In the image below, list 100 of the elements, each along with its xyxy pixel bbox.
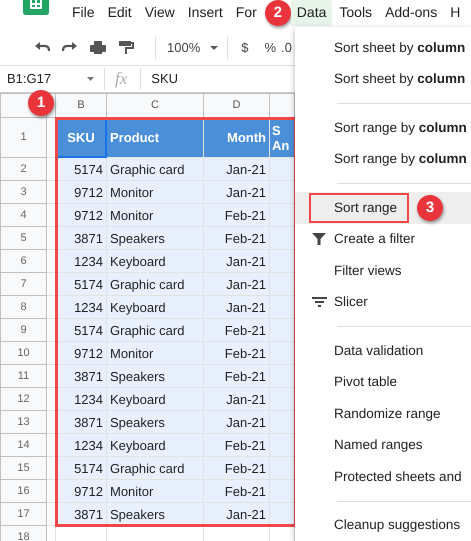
table-cell: Monitor xyxy=(106,204,204,226)
highlighted-menu-item[interactable]: Sort range xyxy=(309,192,410,223)
table-cell: Monitor xyxy=(106,180,204,204)
row-header[interactable]: 7 xyxy=(0,272,46,296)
menu-item[interactable]: Named ranges xyxy=(334,435,423,456)
menu-item[interactable]: Randomize range xyxy=(334,404,441,424)
print-icon[interactable] xyxy=(90,41,106,54)
row-header[interactable]: 16 xyxy=(0,480,46,502)
table-cell: 3871 xyxy=(56,410,106,434)
menu-item[interactable]: Insert xyxy=(182,0,229,26)
percent-format[interactable]: % xyxy=(264,38,276,58)
menu-item[interactable]: For xyxy=(230,0,263,26)
filter-icon xyxy=(312,233,326,246)
column-header[interactable]: D xyxy=(204,94,270,118)
table-cell: 5174 xyxy=(56,158,106,180)
menu-item[interactable]: Sort range by column xyxy=(334,149,467,170)
table-cell: 3871 xyxy=(56,226,106,250)
menu-item[interactable]: Sort sheet by column xyxy=(334,69,466,90)
menu-item[interactable]: Protected sheets and xyxy=(334,466,462,487)
row-header[interactable]: 10 xyxy=(0,342,46,364)
caret-icon[interactable] xyxy=(87,77,94,81)
name-box[interactable]: B1:G17 xyxy=(7,69,87,89)
table-cell: 5174 xyxy=(56,456,106,480)
table-cell: Monitor xyxy=(106,342,204,364)
menu-item[interactable]: Edit xyxy=(102,0,138,26)
column-title: Product xyxy=(106,118,204,158)
row-header[interactable]: 18 xyxy=(0,526,46,541)
table-cell: Jan-21 xyxy=(204,250,270,272)
table-cell: 1234 xyxy=(56,250,106,272)
menu-item[interactable]: Tools xyxy=(333,0,378,26)
menu-item[interactable]: Data xyxy=(290,0,332,26)
row-header[interactable]: 8 xyxy=(0,296,46,318)
column-header[interactable]: B xyxy=(56,94,106,118)
menu-item[interactable]: Sort sheet by column xyxy=(334,38,466,58)
table-cell: Feb-21 xyxy=(204,318,270,342)
row-header[interactable]: 15 xyxy=(0,456,46,480)
menu-item[interactable]: Filter views xyxy=(334,260,402,281)
menu-item[interactable]: Sort range by column xyxy=(334,118,467,138)
row-header[interactable]: 2 xyxy=(0,158,46,180)
table-cell: Speakers xyxy=(106,410,204,434)
table-cell: Graphic card xyxy=(106,272,204,296)
table-cell: Speakers xyxy=(106,502,204,526)
table-cell: 9712 xyxy=(56,204,106,226)
function-label: fx xyxy=(115,68,128,90)
row-header[interactable]: 17 xyxy=(0,502,46,526)
table-cell: Feb-21 xyxy=(204,434,270,456)
row-header[interactable]: 11 xyxy=(0,364,46,388)
table-cell: Feb-21 xyxy=(204,364,270,388)
table-cell: 1234 xyxy=(56,434,106,456)
table-cell: Monitor xyxy=(106,480,204,502)
table-cell: Jan-21 xyxy=(204,502,270,526)
row-header[interactable]: 14 xyxy=(0,434,46,456)
column-header[interactable]: C xyxy=(106,94,204,118)
menu-item[interactable]: Data validation xyxy=(334,340,424,361)
caret-icon[interactable] xyxy=(210,46,218,50)
menu-item[interactable]: Add-ons xyxy=(379,0,444,26)
row-header[interactable]: 6 xyxy=(0,250,46,272)
table-cell: Keyboard xyxy=(106,250,204,272)
table-cell: Jan-21 xyxy=(204,272,270,296)
row-header[interactable]: 12 xyxy=(0,388,46,410)
menu-item[interactable]: H xyxy=(444,0,466,26)
table-cell: Graphic card xyxy=(106,456,204,480)
paint-format-icon[interactable] xyxy=(118,41,134,54)
table-cell: 9712 xyxy=(56,342,106,364)
currency-format[interactable]: $ xyxy=(241,38,248,58)
table-cell: 5174 xyxy=(56,318,106,342)
table-cell: Graphic card xyxy=(106,318,204,342)
menu-item[interactable]: Pivot table xyxy=(334,372,398,392)
table-cell: Feb-21 xyxy=(204,342,270,364)
row-header[interactable]: 5 xyxy=(0,226,46,250)
table-cell: 9712 xyxy=(56,180,106,204)
table-cell: 3871 xyxy=(56,364,106,388)
row-header[interactable]: 3 xyxy=(0,180,46,204)
row-header[interactable]: 9 xyxy=(0,318,46,342)
redo-icon[interactable] xyxy=(62,41,78,54)
table-cell: 1234 xyxy=(56,296,106,318)
table-cell: Jan-21 xyxy=(204,296,270,318)
row-header[interactable]: 4 xyxy=(0,204,46,226)
table-cell: Feb-21 xyxy=(204,456,270,480)
column-title: Month xyxy=(204,118,270,158)
slicer-icon xyxy=(312,297,327,308)
table-cell: Jan-21 xyxy=(204,180,270,204)
decimal-format[interactable]: .0 xyxy=(281,38,292,58)
table-cell: Keyboard xyxy=(106,434,204,456)
menu-item[interactable]: View xyxy=(138,0,181,26)
table-cell: 5174 xyxy=(56,272,106,296)
menu-item[interactable]: Slicer xyxy=(334,292,368,312)
undo-icon[interactable] xyxy=(34,41,50,54)
table-cell: Speakers xyxy=(106,226,204,250)
table-cell: Feb-21 xyxy=(204,204,270,226)
zoom-value[interactable]: 100% xyxy=(167,38,200,58)
menu-item[interactable]: Cleanup suggestions xyxy=(334,515,460,536)
row-header[interactable]: 1 xyxy=(0,118,46,158)
menu-item[interactable]: Create a filter xyxy=(334,229,416,250)
row-header[interactable]: 13 xyxy=(0,410,46,434)
table-cell: 1234 xyxy=(56,388,106,410)
table-cell: Graphic card xyxy=(106,158,204,180)
table-cell: Jan-21 xyxy=(204,158,270,180)
formula-value[interactable]: SKU xyxy=(151,69,178,89)
menu-item[interactable]: File xyxy=(66,0,101,26)
